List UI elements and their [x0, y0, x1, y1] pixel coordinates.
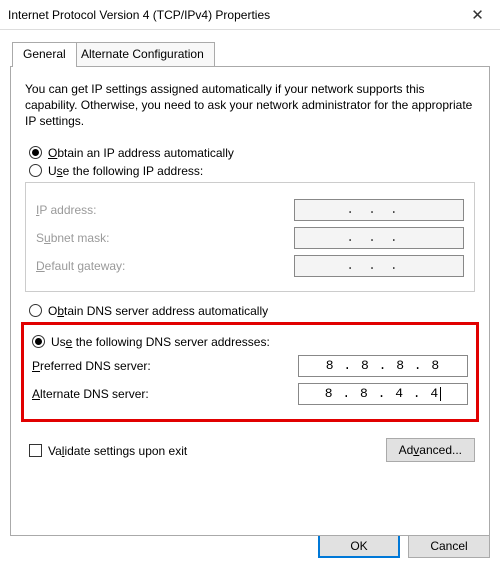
tab-general-label: General — [23, 47, 66, 61]
label-preferred-dns: Preferred DNS server: — [32, 359, 151, 373]
row-ip-address: IP address: ... — [36, 199, 464, 221]
row-subnet: Subnet mask: ... — [36, 227, 464, 249]
highlight-dns-manual: Use the following DNS server addresses: … — [21, 322, 479, 422]
row-validate-advanced: Validate settings upon exit Advanced... — [25, 430, 475, 462]
cancel-button[interactable]: Cancel — [408, 534, 490, 558]
checkbox-icon — [29, 444, 42, 457]
radio-icon — [32, 335, 45, 348]
radio-dns-manual[interactable]: Use the following DNS server addresses: — [32, 335, 468, 349]
advanced-button-label: Advanced... — [399, 443, 462, 457]
input-subnet: ... — [294, 227, 464, 249]
input-alternate-dns[interactable]: 8 . 8 . 4 . 4 — [298, 383, 468, 405]
input-gateway: ... — [294, 255, 464, 277]
tab-alternate[interactable]: Alternate Configuration — [70, 42, 215, 66]
radio-dns-auto-label: Obtain DNS server address automatically — [48, 304, 268, 318]
ok-button[interactable]: OK — [318, 534, 400, 558]
label-ip-address: IP address: — [36, 203, 97, 217]
groupbox-ip: IP address: ... Subnet mask: ... Default… — [25, 182, 475, 292]
radio-ip-manual[interactable]: Use the following IP address: — [29, 164, 475, 178]
row-preferred-dns: Preferred DNS server: 8 . 8 . 8 . 8 — [32, 355, 468, 377]
tab-alternate-label: Alternate Configuration — [81, 47, 204, 61]
radio-ip-auto[interactable]: Obtain an IP address automatically — [29, 146, 475, 160]
radio-ip-auto-label: Obtain an IP address automatically — [48, 146, 234, 160]
row-gateway: Default gateway: ... — [36, 255, 464, 277]
dialog-footer: OK Cancel — [10, 534, 490, 558]
radio-ip-manual-label: Use the following IP address: — [48, 164, 203, 178]
input-ip-address: ... — [294, 199, 464, 221]
cancel-button-label: Cancel — [430, 539, 467, 553]
dialog-body: General Alternate Configuration You can … — [0, 30, 500, 548]
radio-dns-manual-label: Use the following DNS server addresses: — [51, 335, 270, 349]
titlebar: Internet Protocol Version 4 (TCP/IPv4) P… — [0, 0, 500, 30]
checkbox-validate[interactable]: Validate settings upon exit — [29, 444, 187, 458]
tabstrip: General Alternate Configuration — [10, 42, 490, 66]
tabpanel-general: You can get IP settings assigned automat… — [10, 66, 490, 536]
row-alternate-dns: Alternate DNS server: 8 . 8 . 4 . 4 — [32, 383, 468, 405]
label-gateway: Default gateway: — [36, 259, 125, 273]
advanced-button[interactable]: Advanced... — [386, 438, 475, 462]
input-preferred-dns[interactable]: 8 . 8 . 8 . 8 — [298, 355, 468, 377]
ok-button-label: OK — [350, 539, 367, 553]
text-caret-icon — [440, 387, 441, 401]
window-title: Internet Protocol Version 4 (TCP/IPv4) P… — [8, 8, 455, 22]
checkbox-validate-label: Validate settings upon exit — [48, 444, 187, 458]
tab-general[interactable]: General — [12, 42, 77, 67]
radio-dns-auto[interactable]: Obtain DNS server address automatically — [29, 304, 475, 318]
label-subnet: Subnet mask: — [36, 231, 109, 245]
close-button[interactable]: ✕ — [455, 0, 500, 30]
description-text: You can get IP settings assigned automat… — [25, 81, 475, 130]
label-alternate-dns: Alternate DNS server: — [32, 387, 149, 401]
close-icon: ✕ — [471, 6, 484, 24]
radio-icon — [29, 146, 42, 159]
radio-icon — [29, 164, 42, 177]
radio-icon — [29, 304, 42, 317]
